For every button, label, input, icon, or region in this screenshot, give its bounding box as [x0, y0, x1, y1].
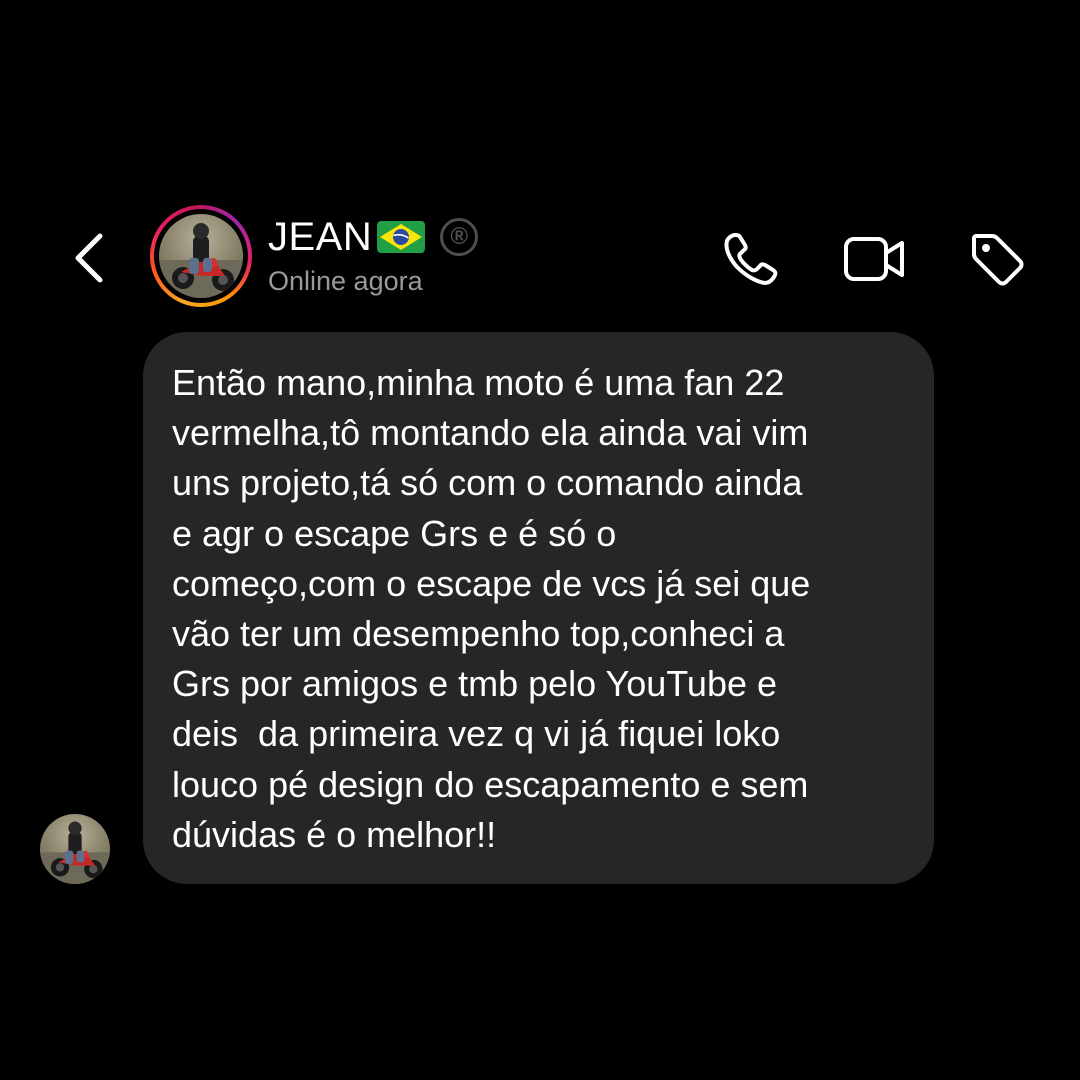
- message-line: Grs por amigos e tmb pelo YouTube e: [172, 663, 778, 705]
- message-line: deis da primeira vez q vi já fiquei loko: [172, 713, 781, 755]
- message-line: e agr o escape Grs e é só o: [172, 512, 617, 554]
- video-camera-icon: [844, 237, 904, 281]
- motorcycle-rider-image: [40, 821, 110, 884]
- video-call-button[interactable]: [842, 228, 904, 290]
- chevron-left-icon: [75, 233, 103, 283]
- message-line: Então mano,minha moto é uma fan 22: [172, 362, 785, 403]
- phone-icon: [724, 233, 778, 285]
- message-line: uns projeto,tá só com o comando ainda: [172, 462, 803, 504]
- message-bubble[interactable]: Então mano,minha moto é uma fan 22 verme…: [143, 332, 934, 884]
- chat-header: JEAN ® Online agora: [0, 200, 1080, 315]
- message-line: começo,com o escape de vcs já sei que: [172, 562, 811, 604]
- back-button[interactable]: [66, 230, 114, 286]
- call-button[interactable]: [720, 228, 782, 290]
- registered-mark-icon: ®: [440, 218, 479, 256]
- tag-button[interactable]: [966, 228, 1028, 290]
- message-line: louco pé design do escapamento e sem: [172, 763, 809, 805]
- message-row: Então mano,minha moto é uma fan 22 verme…: [0, 332, 1080, 884]
- contact-name: JEAN: [268, 214, 373, 259]
- online-status: Online agora: [268, 266, 423, 296]
- contact-name-row[interactable]: JEAN ®: [268, 214, 479, 260]
- motorcycle-rider-image: [159, 223, 243, 298]
- contact-avatar[interactable]: [150, 205, 252, 307]
- message-line: vão ter um desempenho top,conheci a: [172, 613, 785, 655]
- avatar-photo: [159, 214, 243, 298]
- brazil-flag-icon: [376, 220, 426, 254]
- message-line: vermelha,tô montando ela ainda vai vim: [172, 412, 809, 454]
- sender-avatar[interactable]: [40, 814, 110, 884]
- message-line: dúvidas é o melhor!!: [172, 813, 497, 855]
- tag-icon: [972, 234, 1024, 286]
